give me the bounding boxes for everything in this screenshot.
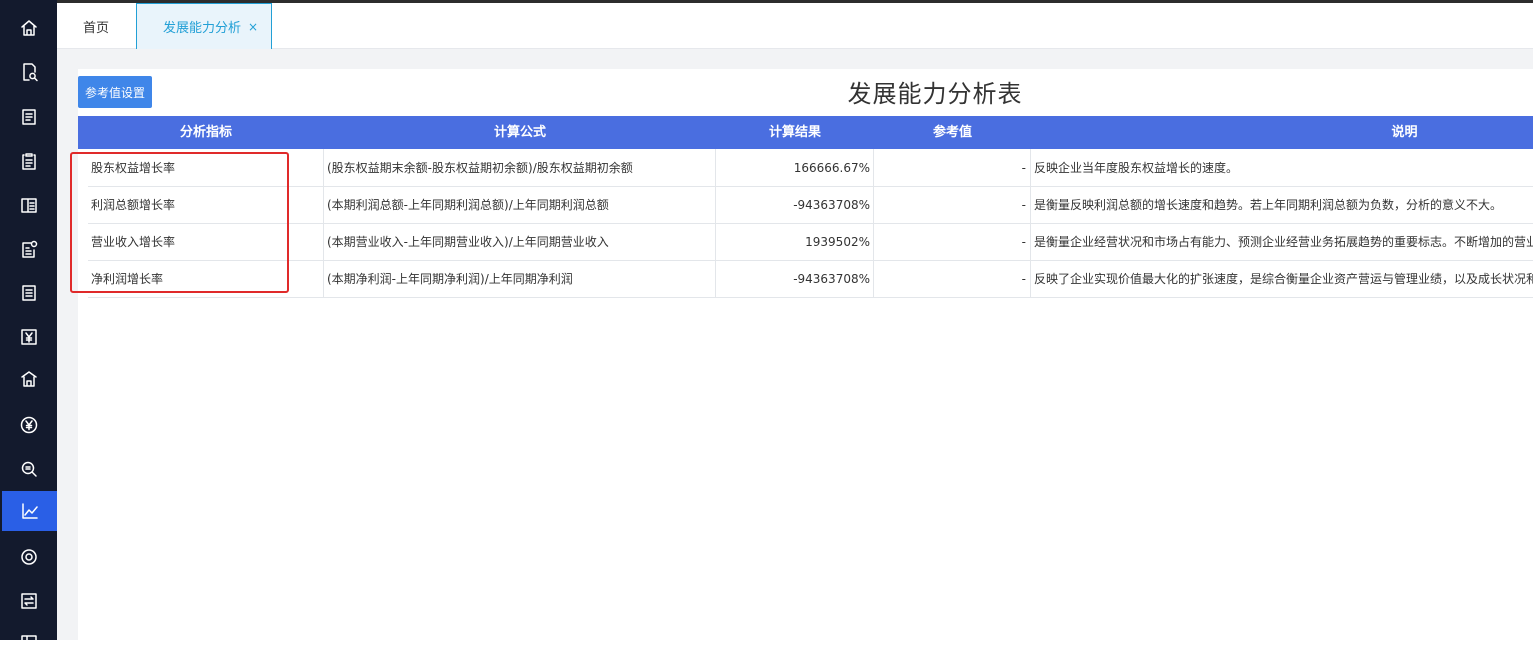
cell-description: 是衡量反映利润总额的增长速度和趋势。若上年同期利润总额为负数，分析的意义不大。: [1034, 198, 1503, 212]
cell-formula: (股东权益期末余额-股东权益期初余额)/股东权益期初余额: [327, 161, 633, 175]
cell-reference: -: [1021, 161, 1026, 175]
close-icon[interactable]: ×: [248, 20, 258, 34]
header-reference: 参考值: [932, 125, 972, 140]
bank-icon[interactable]: [0, 359, 57, 399]
gear-icon[interactable]: [0, 537, 57, 577]
cell-formula: (本期利润总额-上年同期利润总额)/上年同期利润总额: [327, 198, 609, 212]
book-icon[interactable]: [0, 185, 57, 225]
tab-home[interactable]: 首页: [83, 3, 138, 49]
window-top-strip: [57, 0, 1533, 3]
header-result: 计算结果: [768, 125, 821, 140]
list-document-icon[interactable]: [0, 97, 57, 137]
cell-formula: (本期营业收入-上年同期营业收入)/上年同期营业收入: [327, 235, 609, 249]
reference-value-settings-button[interactable]: 参考值设置: [78, 76, 152, 108]
line-chart-icon[interactable]: [2, 491, 57, 531]
tab-bar: [57, 0, 1533, 49]
cell-description: 是衡量企业经营状况和市场占有能力、预测企业经营业务拓展趋势的重要标志。不断增加的…: [1034, 235, 1533, 249]
transfer-icon[interactable]: [0, 581, 57, 621]
cell-reference: -: [1021, 235, 1026, 249]
cell-description: 反映企业当年度股东权益增长的速度。: [1034, 161, 1239, 175]
clipboard-icon[interactable]: [0, 141, 57, 181]
sidebar: [0, 0, 57, 651]
notes-icon[interactable]: [0, 273, 57, 313]
cell-result: 166666.67%: [793, 161, 870, 175]
document-settings-icon[interactable]: [0, 229, 57, 269]
cell-reference: -: [1021, 198, 1026, 212]
search-document-icon[interactable]: [0, 52, 57, 92]
table-row: 净利润增长率 (本期净利润-上年同期净利润)/上年同期净利润 -94363708…: [88, 261, 1533, 298]
cell-formula: (本期净利润-上年同期净利润)/上年同期净利润: [327, 272, 573, 286]
header-formula: 计算公式: [493, 125, 546, 140]
cell-reference: -: [1021, 272, 1026, 286]
home-icon[interactable]: [0, 8, 57, 48]
cell-result: -94363708%: [793, 198, 870, 212]
header-indicator: 分析指标: [179, 125, 232, 140]
page-title: 发展能力分析表: [847, 80, 1023, 108]
table-row: 利润总额增长率 (本期利润总额-上年同期利润总额)/上年同期利润总额 -9436…: [88, 187, 1533, 224]
yen-circle-icon[interactable]: [0, 405, 57, 445]
tab-development-analysis[interactable]: 发展能力分析 ×: [136, 3, 272, 49]
table-header: 分析指标 计算公式 计算结果 参考值 说明: [78, 116, 1533, 149]
yen-icon[interactable]: [0, 317, 57, 357]
table-row: 营业收入增长率 (本期营业收入-上年同期营业收入)/上年同期营业收入 19395…: [88, 224, 1533, 261]
cell-result: 1939502%: [805, 235, 870, 249]
coin-search-icon[interactable]: [0, 449, 57, 489]
highlight-box: [70, 152, 289, 293]
header-description: 说明: [1391, 125, 1418, 140]
table-row: 股东权益增长率 (股东权益期末余额-股东权益期初余额)/股东权益期初余额 166…: [88, 150, 1533, 187]
tab-home-label: 首页: [83, 20, 110, 36]
cell-result: -94363708%: [793, 272, 870, 286]
grid-icon[interactable]: [0, 623, 57, 663]
cell-description: 反映了企业实现价值最大化的扩张速度，是综合衡量企业资产营运与管理业绩，以及成长状…: [1034, 272, 1533, 286]
tab-active-label: 发展能力分析: [163, 21, 242, 36]
